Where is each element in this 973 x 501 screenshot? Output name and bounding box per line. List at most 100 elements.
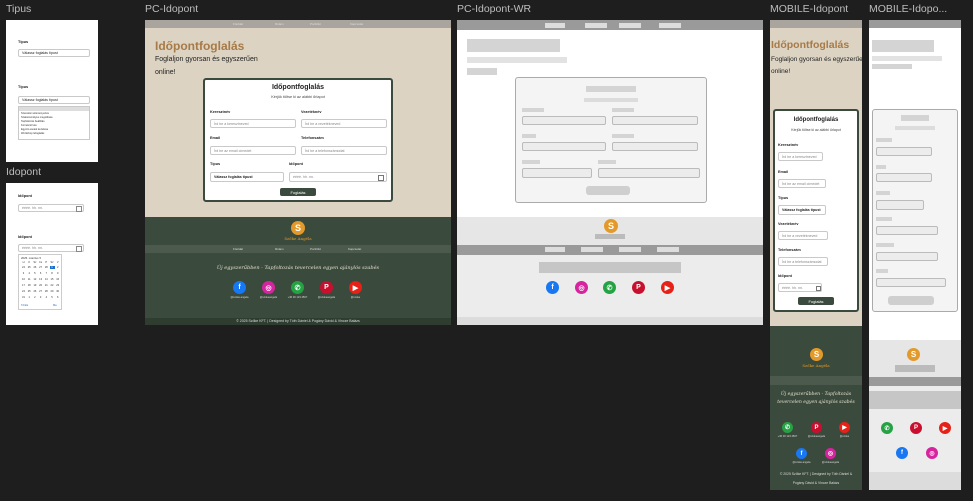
calendar-day[interactable]: 5 (32, 272, 37, 275)
calendar-day[interactable]: 4 (44, 296, 49, 299)
calendar-day[interactable]: 27 (38, 290, 43, 293)
type-select-open[interactable]: Válassz foglalás típust (18, 96, 90, 104)
calendar-day[interactable]: 2 (55, 266, 60, 269)
calendar-month[interactable]: 2025. március ▾ (21, 256, 41, 260)
youtube-icon[interactable]: ▶ (349, 281, 362, 294)
calendar-day[interactable]: 8 (50, 272, 55, 275)
instagram-handle[interactable]: @szokeangela (817, 461, 844, 464)
type-option[interactable]: Workshop lefoglalás (21, 132, 44, 135)
mobile-phone-input[interactable]: Írd be a telefonszámodat (778, 257, 828, 266)
nav-item-about[interactable]: Rólam (275, 22, 284, 26)
calendar-day[interactable]: 2 (32, 296, 37, 299)
calendar-icon[interactable] (76, 246, 82, 252)
calendar-day[interactable]: 23 (55, 284, 60, 287)
youtube-handle[interactable]: @szoke (341, 296, 370, 299)
phone-icon[interactable]: ✆ (881, 422, 893, 434)
submit-button[interactable]: Foglalás (280, 188, 316, 196)
facebook-icon[interactable]: f (546, 281, 559, 294)
youtube-icon[interactable]: ▶ (661, 281, 674, 294)
type-option[interactable]: Korrekció kés (21, 124, 37, 127)
calendar-day[interactable]: 29 (50, 290, 55, 293)
type-select[interactable]: Válassz foglalás típust (210, 172, 284, 182)
calendar-day[interactable]: 18 (27, 284, 32, 287)
date-input[interactable]: éééé. hh. nn. (18, 204, 84, 212)
calendar-day[interactable]: 27 (38, 266, 43, 269)
youtube-icon[interactable]: ▶ (839, 422, 850, 433)
calendar-day[interactable]: 4 (27, 272, 32, 275)
phone-icon[interactable]: ✆ (603, 281, 616, 294)
phone-icon[interactable]: ✆ (782, 422, 793, 433)
calendar-day[interactable]: 31 (21, 296, 26, 299)
calendar-day[interactable]: 9 (55, 272, 60, 275)
date-input[interactable]: éééé. hh. nn. (289, 172, 387, 182)
calendar-day[interactable]: 26 (32, 290, 37, 293)
first-name-input[interactable]: Írd be a keresztneved (210, 119, 296, 128)
calendar-day[interactable]: 26 (32, 266, 37, 269)
type-option[interactable]: Tapfoltozás beállítás (21, 120, 45, 123)
mobile-email-input[interactable]: Írd be az email címedet (778, 179, 826, 188)
mobile-first-name-input[interactable]: Írd be a keresztneved (778, 152, 823, 161)
calendar-day[interactable]: 28 (44, 290, 49, 293)
facebook-handle[interactable]: @szoke.angela (225, 296, 254, 299)
calendar-day[interactable]: 6 (55, 296, 60, 299)
phone-handle[interactable]: +36 30 123 4567 (774, 435, 801, 438)
last-name-input[interactable]: Írd be a vezetékneved (301, 119, 387, 128)
footer-nav-about[interactable]: Rólam (275, 247, 284, 251)
youtube-handle[interactable]: @szoke (831, 435, 858, 438)
calendar-day[interactable]: 28 (44, 266, 49, 269)
nav-item-home[interactable]: Főoldal (233, 22, 243, 26)
facebook-icon[interactable]: f (796, 448, 807, 459)
instagram-icon[interactable]: ◎ (262, 281, 275, 294)
facebook-icon[interactable]: f (896, 447, 908, 459)
pinterest-icon[interactable]: P (632, 281, 645, 294)
facebook-handle[interactable]: @szoke.angela (788, 461, 815, 464)
type-option[interactable]: Egyéni esetek kezelése (21, 128, 48, 131)
calendar-day[interactable]: 25 (27, 290, 32, 293)
email-input[interactable]: Írd be az email címedet (210, 146, 296, 155)
nav-item-portfolio[interactable]: Portfólió (310, 22, 321, 26)
calendar-day[interactable]: 1 (27, 296, 32, 299)
pinterest-handle[interactable]: @szokeangela (803, 435, 830, 438)
footer-nav-portfolio[interactable]: Portfólió (310, 247, 321, 251)
instagram-icon[interactable]: ◎ (825, 448, 836, 459)
phone-icon[interactable]: ✆ (291, 281, 304, 294)
calendar-day[interactable]: 3 (38, 296, 43, 299)
calendar-day[interactable]: 15 (50, 278, 55, 281)
calendar-day[interactable]: 24 (21, 266, 26, 269)
mobile-type-select[interactable]: Válassz foglalás típust (778, 205, 826, 215)
calendar-day[interactable]: 5 (50, 296, 55, 299)
calendar-day[interactable]: 16 (55, 278, 60, 281)
footer-nav-home[interactable]: Főoldal (233, 247, 243, 251)
instagram-icon[interactable]: ◎ (926, 447, 938, 459)
youtube-icon[interactable]: ▶ (939, 422, 951, 434)
phone-handle[interactable]: +36 30 123 4567 (283, 296, 312, 299)
type-option[interactable]: Szerelési véleményezés (21, 112, 49, 115)
calendar-day[interactable]: 24 (21, 290, 26, 293)
nav-item-contact[interactable]: Kapcsolat (350, 22, 363, 26)
calendar-icon[interactable] (76, 206, 82, 212)
calendar-day[interactable]: 30 (55, 290, 60, 293)
date-input-open[interactable]: éééé. hh. nn. (18, 244, 84, 252)
type-option[interactable]: Szakszemélyes megoldása (21, 116, 52, 119)
calendar-day[interactable]: 14 (44, 278, 49, 281)
calendar-clear[interactable]: Törlés (21, 304, 28, 307)
calendar-day[interactable]: 11 (27, 278, 32, 281)
calendar-today[interactable]: Ma (53, 304, 57, 307)
calendar-day[interactable]: 6 (38, 272, 43, 275)
pinterest-icon[interactable]: P (320, 281, 333, 294)
instagram-handle[interactable]: @szokeangela (254, 296, 283, 299)
phone-input[interactable]: Írd be a telefonszámodat (301, 146, 387, 155)
pinterest-handle[interactable]: @szokeangela (312, 296, 341, 299)
instagram-icon[interactable]: ◎ (575, 281, 588, 294)
pinterest-icon[interactable]: P (811, 422, 822, 433)
calendar-day[interactable]: 22 (50, 284, 55, 287)
calendar-day[interactable]: 3 (21, 272, 26, 275)
mobile-submit-button[interactable]: Foglalás (798, 297, 834, 305)
calendar-day[interactable]: 12 (32, 278, 37, 281)
calendar-day[interactable]: 10 (21, 278, 26, 281)
calendar-day[interactable]: 21 (44, 284, 49, 287)
mobile-last-name-input[interactable]: Írd be a vezetékneved (778, 231, 828, 240)
calendar-day[interactable]: 7 (44, 272, 49, 275)
facebook-icon[interactable]: f (233, 281, 246, 294)
pinterest-icon[interactable]: P (910, 422, 922, 434)
